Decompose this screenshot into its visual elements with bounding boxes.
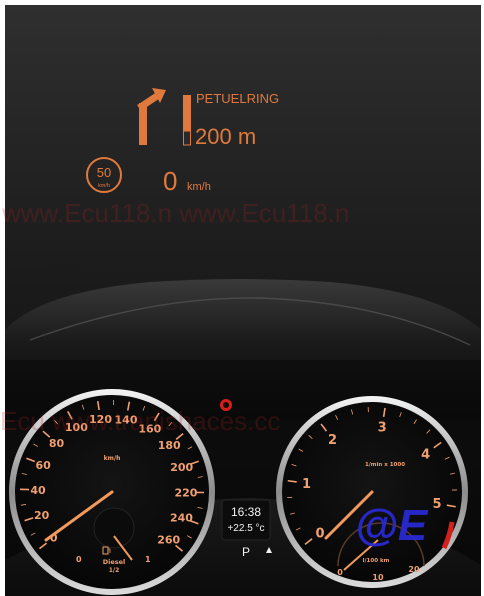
gear-indicator: P	[242, 545, 250, 559]
tachometer-label-2: 2	[328, 433, 337, 448]
tachometer-label-0: 0	[315, 526, 324, 541]
speedometer-label-200: 200	[170, 461, 193, 474]
speed-limit-unit: km/h	[98, 183, 110, 189]
speedometer-label-60: 60	[36, 459, 52, 472]
speedometer-unit: km/h	[104, 455, 121, 462]
tachometer-label-3: 3	[378, 420, 387, 435]
street-name: PETUELRING	[196, 91, 279, 106]
speedometer-label-180: 180	[158, 439, 181, 452]
fuel-empty-label: 0	[76, 555, 82, 564]
tachometer: 0 1 2 3 4 5 1/min x 1000 l/100 km 0 10 20	[276, 396, 468, 588]
cluster-watermark: Ecu www.tranishaces.cc	[0, 406, 280, 436]
eco-tick-10: 10	[372, 573, 384, 582]
speedometer-label-20: 20	[34, 509, 50, 522]
current-speed-unit: km/h	[187, 181, 211, 193]
speedometer-label-240: 240	[170, 511, 193, 524]
tachometer-label-4: 4	[421, 447, 430, 462]
distance-bar-icon	[183, 95, 191, 146]
fuel-full-label: 1	[145, 555, 151, 564]
clock-time: 16:38	[231, 505, 261, 519]
current-speed: 0	[163, 166, 177, 196]
outside-temperature: +22.5 °c	[227, 523, 264, 534]
brand-logo: @E	[355, 501, 429, 550]
speedometer-label-260: 260	[157, 534, 180, 547]
fuel-fraction-label: 1/2	[109, 567, 120, 574]
speedometer-label-40: 40	[30, 484, 46, 497]
tachometer-label-5: 5	[432, 497, 441, 512]
eco-tick-20: 20	[408, 565, 420, 574]
eco-unit: l/100 km	[363, 558, 390, 564]
speed-limit-value: 50	[97, 165, 111, 180]
speedometer-label-80: 80	[49, 437, 65, 450]
fuel-type-label: Diesel	[103, 558, 126, 566]
dashboard-scene: PETUELRING 200 m 50 km/h 0 km/h www.Ecu1…	[0, 0, 484, 596]
speedometer-label-220: 220	[175, 486, 198, 499]
hud-watermark: www.Ecu118.n www.Ecu118.n	[1, 198, 349, 228]
tachometer-label-1: 1	[302, 477, 311, 492]
fuel-gauge-face	[93, 507, 135, 549]
tachometer-unit: 1/min x 1000	[365, 462, 405, 468]
eco-tick-0: 0	[337, 568, 343, 577]
distance-value: 200 m	[195, 124, 256, 149]
